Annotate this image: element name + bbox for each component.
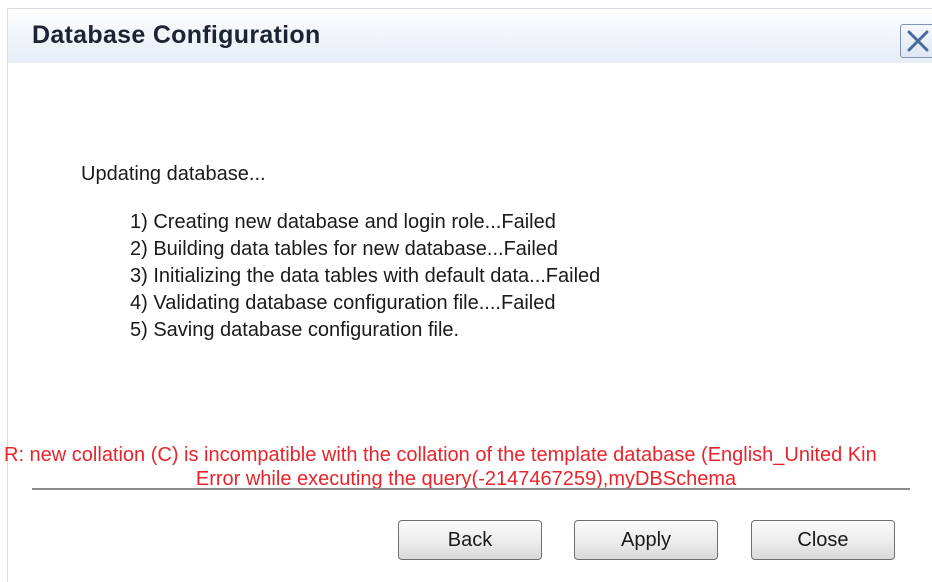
- step-item: 4) Validating database configuration fil…: [130, 292, 556, 314]
- close-window-button[interactable]: [900, 24, 932, 58]
- close-button[interactable]: Close: [751, 520, 895, 560]
- step-item: 2) Building data tables for new database…: [130, 238, 559, 260]
- close-icon: [907, 30, 929, 52]
- status-heading: Updating database...: [81, 163, 266, 185]
- step-list: 1) Creating new database and login role.…: [130, 209, 600, 344]
- dialog-title: Database Configuration: [32, 21, 321, 49]
- step-item: 1) Creating new database and login role.…: [130, 211, 556, 233]
- step-item: 5) Saving database configuration file.: [130, 319, 460, 341]
- back-button[interactable]: Back: [398, 520, 542, 560]
- step-item: 3) Initializing the data tables with def…: [130, 265, 601, 287]
- apply-button[interactable]: Apply: [574, 520, 718, 560]
- dialog-content: Updating database... 1) Creating new dat…: [0, 62, 932, 582]
- database-configuration-dialog: Database Configuration Updating database…: [0, 0, 932, 582]
- title-bar: Database Configuration: [8, 9, 932, 63]
- error-message: R: new collation (C) is incompatible wit…: [4, 444, 877, 466]
- divider: [32, 488, 910, 491]
